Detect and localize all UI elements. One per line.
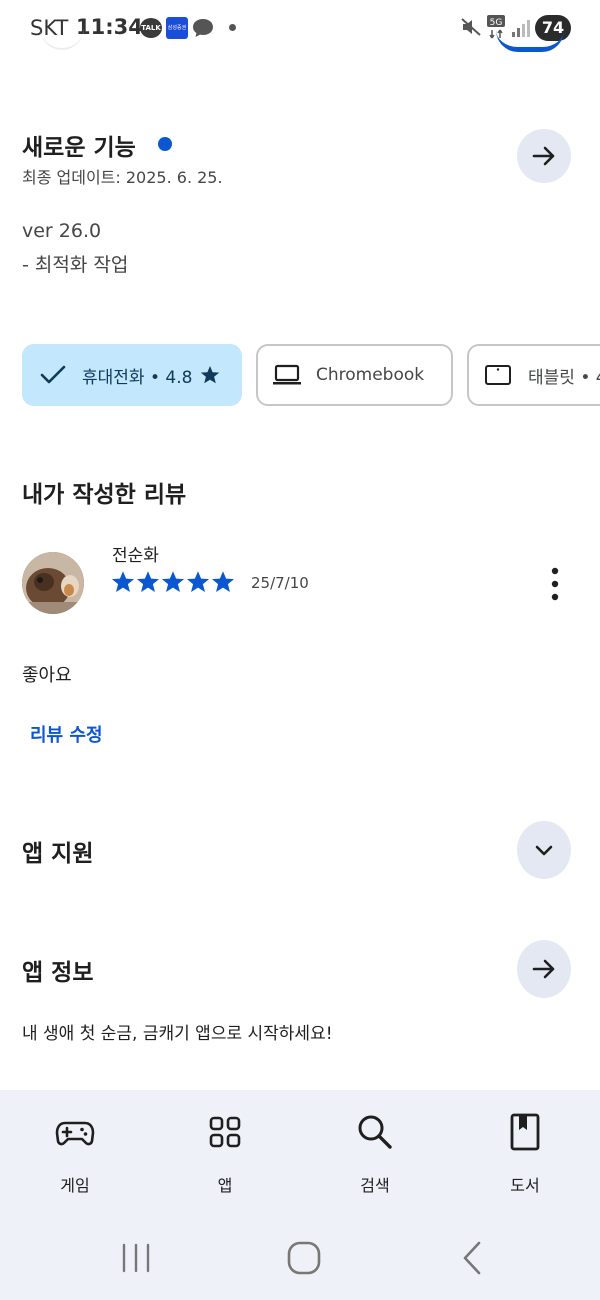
star-icon — [136, 571, 160, 592]
kakaotalk-notification-icon: TALK — [140, 18, 162, 38]
app-info-heading: 앱 정보 — [22, 960, 94, 986]
device-chip-tablet-label: 태블릿 • 4 — [528, 367, 600, 388]
back-icon[interactable] — [452, 1238, 492, 1278]
app-support-heading: 앱 지원 — [22, 841, 94, 867]
apps-grid-icon — [209, 1116, 241, 1148]
nav-games-label: 게임 — [60, 1176, 90, 1195]
whats-new-title: 새로운 기능 — [22, 135, 136, 161]
edit-review-button[interactable]: 리뷰 수정 — [30, 721, 103, 747]
recent-apps-icon[interactable] — [116, 1238, 156, 1278]
chevron-down-icon — [535, 845, 553, 856]
device-chip-phone-label: 휴대전화 • 4.8 — [82, 367, 193, 388]
device-chip-chromebook-label: Chromebook — [316, 365, 425, 385]
nav-search[interactable]: 검색 — [325, 1112, 425, 1196]
check-icon — [40, 365, 66, 384]
app-notification-icon: 삼성증권 — [166, 17, 188, 39]
new-indicator-dot — [158, 137, 172, 151]
more-notifications-dot — [229, 24, 236, 31]
book-icon — [510, 1113, 540, 1151]
search-icon — [358, 1115, 392, 1149]
nav-apps-label: 앱 — [217, 1176, 233, 1195]
my-review-heading: 내가 작성한 리뷰 — [22, 482, 187, 508]
gamepad-icon — [55, 1121, 95, 1146]
home-icon[interactable] — [284, 1238, 324, 1278]
app-info-arrow-button[interactable] — [517, 940, 571, 998]
avatar-photo — [22, 552, 84, 614]
device-chip-tablet[interactable]: 태블릿 • 4 — [467, 344, 600, 406]
chat-notification-icon — [193, 19, 213, 37]
arrow-right-icon — [532, 146, 555, 166]
more-options-icon[interactable] — [544, 566, 566, 602]
whats-new-arrow-button[interactable] — [517, 129, 571, 183]
nav-apps[interactable]: 앱 — [175, 1112, 275, 1196]
mute-icon — [461, 18, 481, 36]
app-description: 내 생애 첫 순금, 금캐기 앱으로 시작하세요! — [22, 1024, 333, 1044]
star-icon — [201, 366, 220, 384]
star-icon — [161, 571, 185, 592]
version-text: ver 26.0 — [22, 220, 102, 242]
nav-games[interactable]: 게임 — [25, 1112, 125, 1196]
arrow-right-icon — [532, 959, 555, 979]
star-rating — [111, 570, 235, 594]
reviewer-name: 전순화 — [112, 546, 159, 566]
release-notes: - 최적화 작업 — [22, 254, 129, 276]
star-icon — [186, 571, 210, 592]
nav-books[interactable]: 도서 — [475, 1112, 575, 1196]
device-chip-chromebook[interactable]: Chromebook — [256, 344, 453, 406]
avatar — [22, 552, 84, 614]
nav-search-label: 검색 — [360, 1176, 390, 1195]
network-label: 5G — [490, 18, 503, 28]
tablet-icon — [485, 365, 511, 385]
clock: 11:34 — [76, 15, 143, 39]
star-icon — [111, 571, 135, 592]
laptop-icon — [273, 364, 301, 385]
last-updated: 최종 업데이트: 2025. 6. 25. — [22, 168, 223, 187]
app-support-expand-button[interactable] — [517, 821, 571, 879]
star-icon — [211, 571, 235, 592]
review-date: 25/7/10 — [251, 574, 309, 592]
device-chip-phone[interactable]: 휴대전화 • 4.8 — [22, 344, 242, 406]
review-text: 좋아요 — [22, 665, 72, 686]
nav-books-label: 도서 — [510, 1176, 540, 1195]
